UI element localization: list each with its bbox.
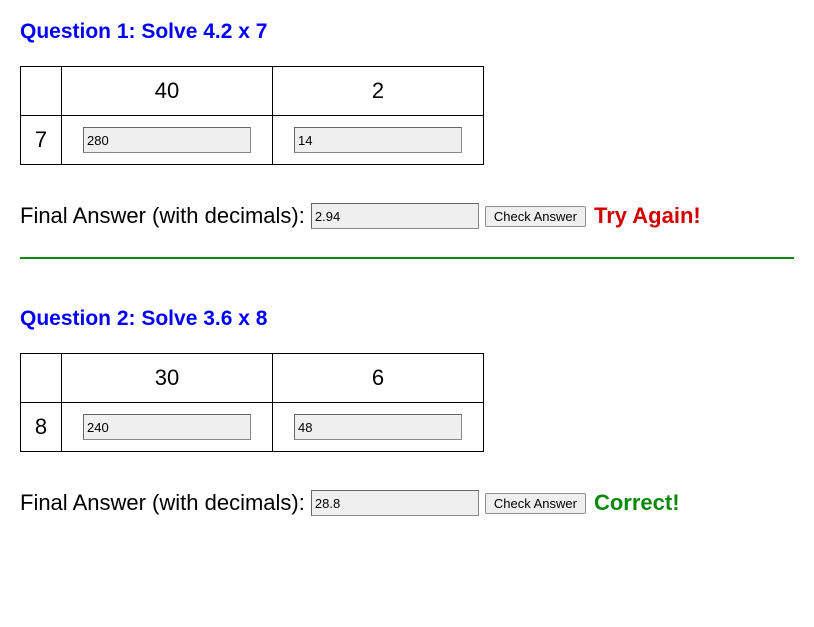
feedback-text: Try Again! [594,203,701,229]
cell-b [273,403,484,452]
partial-input-b[interactable] [294,414,462,440]
answer-row-q2: Final Answer (with decimals): Check Answ… [20,490,794,516]
question-2-title: Question 2: Solve 3.6 x 8 [20,307,794,331]
separator [20,257,794,259]
partial-input-a[interactable] [83,414,251,440]
answer-row-q1: Final Answer (with decimals): Check Answ… [20,203,794,229]
answer-label: Final Answer (with decimals): [20,203,305,229]
grid-q2: 30 6 8 [20,353,484,452]
grid-corner [21,354,62,403]
cell-a [62,403,273,452]
question-1-title: Question 1: Solve 4.2 x 7 [20,20,794,44]
partial-input-a[interactable] [83,127,251,153]
col-header-b: 2 [273,67,484,116]
feedback-text: Correct! [594,490,680,516]
answer-label: Final Answer (with decimals): [20,490,305,516]
final-answer-input[interactable] [311,490,479,516]
row-header: 7 [21,116,62,165]
cell-a [62,116,273,165]
grid-corner [21,67,62,116]
partial-input-b[interactable] [294,127,462,153]
check-answer-button[interactable]: Check Answer [485,206,586,227]
final-answer-input[interactable] [311,203,479,229]
col-header-a: 40 [62,67,273,116]
row-header: 8 [21,403,62,452]
check-answer-button[interactable]: Check Answer [485,493,586,514]
col-header-a: 30 [62,354,273,403]
cell-b [273,116,484,165]
grid-q1: 40 2 7 [20,66,484,165]
col-header-b: 6 [273,354,484,403]
